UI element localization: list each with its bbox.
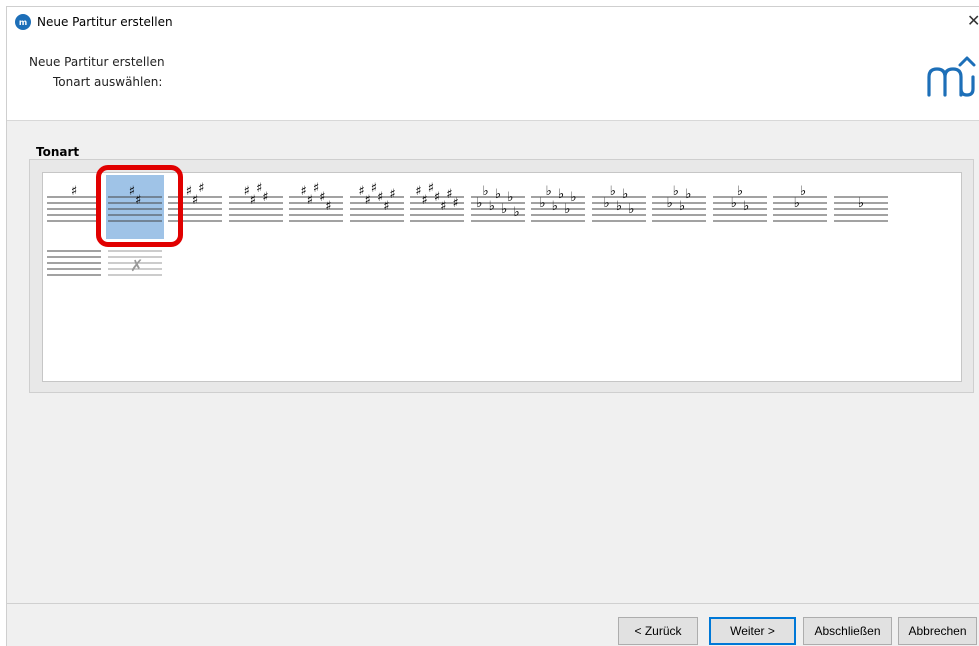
sharp-key-staff-icon: ♯♯ (107, 184, 162, 222)
dialog-window: m Neue Partitur erstellen ✕ Neue Partitu… (6, 6, 979, 646)
svg-text:♯: ♯ (135, 193, 141, 208)
flat-key-staff-icon: ♭♭♭♭♭♭♭ (470, 184, 525, 222)
key-signature-group: ♯ ♯ ♯ ♯ ♯ ♯ ♯ ♯ ♯ ♯ ♯ ♯ ♯ ♯ ♯ ♯ ♯ ♯ ♯ ♯ ♯ ♯ ♯ ♯ ♯ ♯ ♯ ♯ ♭ ♭ ♭ ♭ ♭ ♭ ♭ ♭ ♭ ♭ ♭ ♭… (29, 159, 974, 393)
key-signature-item[interactable]: ♭ ♭ ♭ ♭ ♭ ♭ (529, 175, 587, 239)
svg-text:♭: ♭ (622, 187, 628, 202)
key-signature-item[interactable]: ♭ ♭ ♭ (711, 175, 769, 239)
svg-text:♯: ♯ (198, 181, 204, 196)
svg-text:✗: ✗ (130, 256, 143, 275)
flat-key-staff-icon: ♭♭ (773, 184, 827, 222)
key-signature-item[interactable]: ♯ ♯ ♯ ♯ ♯ ♯ ♯ (408, 175, 466, 239)
svg-text:♭: ♭ (570, 190, 576, 205)
key-signature-item[interactable]: ♯ (45, 175, 103, 239)
key-signature-item[interactable]: ♯ ♯ ♯ ♯ (227, 175, 285, 239)
svg-text:♭: ♭ (494, 187, 500, 202)
header-subtitle: Tonart auswählen: (53, 75, 163, 89)
svg-text:♭: ♭ (800, 184, 806, 199)
key-group-label: Tonart (36, 145, 80, 159)
sharp-key-staff-icon: ♯♯♯♯ (228, 181, 283, 222)
key-signature-item[interactable]: ♭ (832, 175, 890, 239)
footer-divider (7, 603, 979, 604)
title-bar: m Neue Partitur erstellen ✕ (7, 7, 979, 37)
key-signature-item[interactable]: ✗ (106, 243, 164, 307)
svg-text:♯: ♯ (71, 184, 77, 199)
atonal-key-staff-icon: ✗ (107, 250, 162, 276)
window-title: Neue Partitur erstellen (37, 15, 173, 29)
sharp-key-staff-icon: ♯♯♯♯♯♯ (349, 181, 404, 222)
sharp-key-staff-icon: ♯♯♯♯♯ (289, 181, 343, 222)
musescore-logo-icon (927, 56, 976, 97)
next-button[interactable]: Weiter > (709, 617, 796, 645)
flat-key-staff-icon: ♭♭♭♭♭♭ (531, 184, 585, 222)
wizard-header: Neue Partitur erstellen Tonart auswählen… (7, 37, 979, 121)
svg-text:♯: ♯ (325, 199, 331, 214)
flat-key-staff-icon: ♭ (833, 196, 888, 222)
back-button[interactable]: < Zurück (618, 617, 698, 645)
key-signature-item[interactable] (45, 243, 103, 307)
sharp-key-staff-icon: ♯ (47, 184, 101, 222)
svg-text:♭: ♭ (685, 187, 691, 202)
svg-text:♭: ♭ (609, 184, 615, 199)
none-key-staff-icon (47, 250, 101, 276)
musescore-app-icon: m (15, 14, 31, 30)
svg-text:♭: ♭ (628, 202, 634, 217)
sharp-key-staff-icon: ♯♯♯ (168, 181, 222, 222)
svg-text:♭: ♭ (743, 199, 749, 214)
key-signature-item[interactable]: ♯ ♯ (105, 175, 164, 239)
flat-key-staff-icon: ♭♭♭♭♭ (591, 184, 646, 222)
svg-text:♭: ♭ (546, 184, 552, 199)
svg-text:♭: ♭ (507, 190, 513, 205)
cancel-button[interactable]: Abbrechen (898, 617, 977, 645)
key-signature-item[interactable]: ♯ ♯ ♯ (166, 175, 224, 239)
key-signature-item[interactable]: ♭ ♭ ♭ ♭ ♭ ♭ ♭ (469, 175, 527, 239)
key-signature-item[interactable]: ♯ ♯ ♯ ♯ ♯ ♯ (348, 175, 406, 239)
key-signature-item[interactable]: ♭ ♭ (771, 175, 829, 239)
svg-text:♭: ♭ (857, 196, 863, 211)
key-signature-item[interactable]: ♭ ♭ ♭ ♭ ♭ (590, 175, 648, 239)
svg-text:♭: ♭ (482, 184, 488, 199)
svg-text:♯: ♯ (262, 190, 268, 205)
svg-text:♭: ♭ (513, 205, 519, 220)
key-signature-list[interactable]: ♯ ♯ ♯ ♯ ♯ ♯ ♯ ♯ ♯ ♯ ♯ ♯ ♯ ♯ ♯ ♯ ♯ ♯ ♯ ♯ ♯ ♯ ♯ ♯ ♯ ♯ ♯ ♯ ♭ ♭ ♭ ♭ ♭ ♭ ♭ ♭ ♭ ♭ ♭ ♭… (42, 172, 962, 382)
key-signature-item[interactable]: ♭ ♭ ♭ ♭ (650, 175, 708, 239)
svg-text:♭: ♭ (736, 184, 742, 199)
svg-text:♯: ♯ (389, 187, 395, 202)
sharp-key-staff-icon: ♯♯♯♯♯♯♯ (410, 181, 464, 222)
svg-text:♯: ♯ (453, 196, 459, 211)
flat-key-staff-icon: ♭♭♭ (712, 184, 767, 222)
finish-button[interactable]: Abschließen (803, 617, 892, 645)
svg-text:♭: ♭ (558, 187, 564, 202)
header-title: Neue Partitur erstellen (29, 55, 165, 69)
key-signature-item[interactable]: ♯ ♯ ♯ ♯ ♯ (287, 175, 345, 239)
close-icon[interactable]: ✕ (967, 11, 979, 30)
flat-key-staff-icon: ♭♭♭♭ (652, 184, 706, 222)
svg-text:♭: ♭ (673, 184, 679, 199)
